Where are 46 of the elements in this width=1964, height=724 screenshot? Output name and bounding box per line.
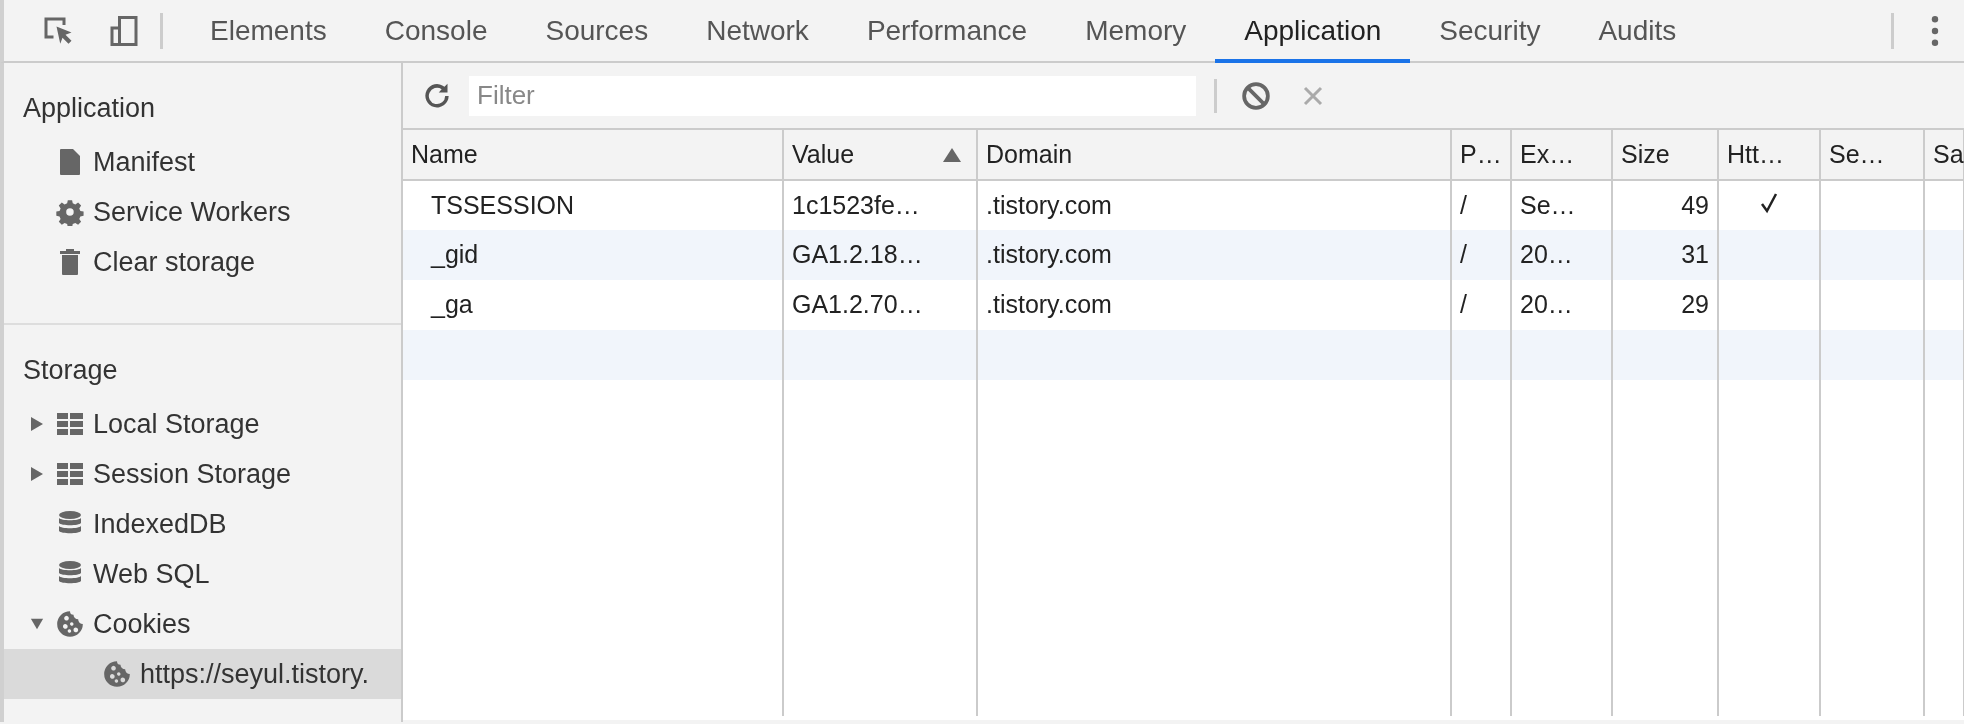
- table-cell: .tistory.com: [977, 230, 1451, 280]
- table-cell: 31: [1612, 230, 1718, 280]
- column-header[interactable]: Name: [403, 130, 783, 180]
- panel-tab[interactable]: Performance: [837, 2, 1057, 63]
- block-icon[interactable]: [1241, 80, 1271, 111]
- more-menu-icon[interactable]: [1930, 14, 1940, 47]
- panel-tab[interactable]: Sources: [516, 2, 678, 63]
- panel-tab[interactable]: Elements: [181, 2, 356, 63]
- column-header[interactable]: Value: [783, 130, 977, 180]
- gear-icon: [56, 198, 84, 226]
- column-header[interactable]: Se…: [1820, 130, 1924, 180]
- sidebar-item[interactable]: Web SQL: [4, 549, 401, 599]
- panel-tab[interactable]: Security: [1410, 2, 1570, 63]
- column-header[interactable]: Ex…: [1511, 130, 1612, 180]
- table-cell: _gid: [403, 230, 783, 280]
- column-header[interactable]: P…: [1451, 130, 1511, 180]
- sidebar-item[interactable]: Service Workers: [4, 187, 401, 237]
- section-heading: Storage: [22, 353, 119, 387]
- sidebar-item[interactable]: https://seyul.tistory.: [4, 649, 401, 699]
- panel-tab[interactable]: Console: [355, 2, 517, 63]
- panel-tab[interactable]: Memory: [1056, 2, 1216, 63]
- panel-tab[interactable]: Audits: [1569, 2, 1706, 63]
- sidebar-item[interactable]: Local Storage: [4, 399, 401, 449]
- sidebar-item[interactable]: IndexedDB: [4, 499, 401, 549]
- column-header[interactable]: Htt…: [1718, 130, 1820, 180]
- column-header[interactable]: Domain: [977, 130, 1451, 180]
- sidebar-item[interactable]: Clear storage: [4, 237, 401, 287]
- grid-icon: [56, 410, 84, 438]
- sidebar-item[interactable]: Cookies: [4, 599, 401, 649]
- refresh-icon[interactable]: [423, 81, 451, 110]
- panel-tab[interactable]: Network: [677, 2, 838, 63]
- table-cell: GA1.2.18…: [783, 230, 977, 280]
- cookie-icon: [56, 610, 84, 638]
- sort-arrow-icon[interactable]: [942, 146, 962, 163]
- column-header[interactable]: Size: [1612, 130, 1718, 180]
- filter-field[interactable]: Filter: [469, 75, 1196, 116]
- cookie-icon: [103, 660, 131, 688]
- expand-arrow-icon[interactable]: [30, 416, 44, 432]
- grid-icon: [56, 460, 84, 488]
- expand-arrow-icon[interactable]: [30, 466, 44, 482]
- sidebar-item[interactable]: Session Storage: [4, 449, 401, 499]
- column-header[interactable]: Sa: [1924, 130, 1964, 180]
- sidebar-item[interactable]: Manifest: [4, 137, 401, 187]
- table-cell: 20…: [1511, 230, 1612, 280]
- section-heading: Application: [22, 91, 157, 125]
- table-cell: /: [1451, 230, 1511, 280]
